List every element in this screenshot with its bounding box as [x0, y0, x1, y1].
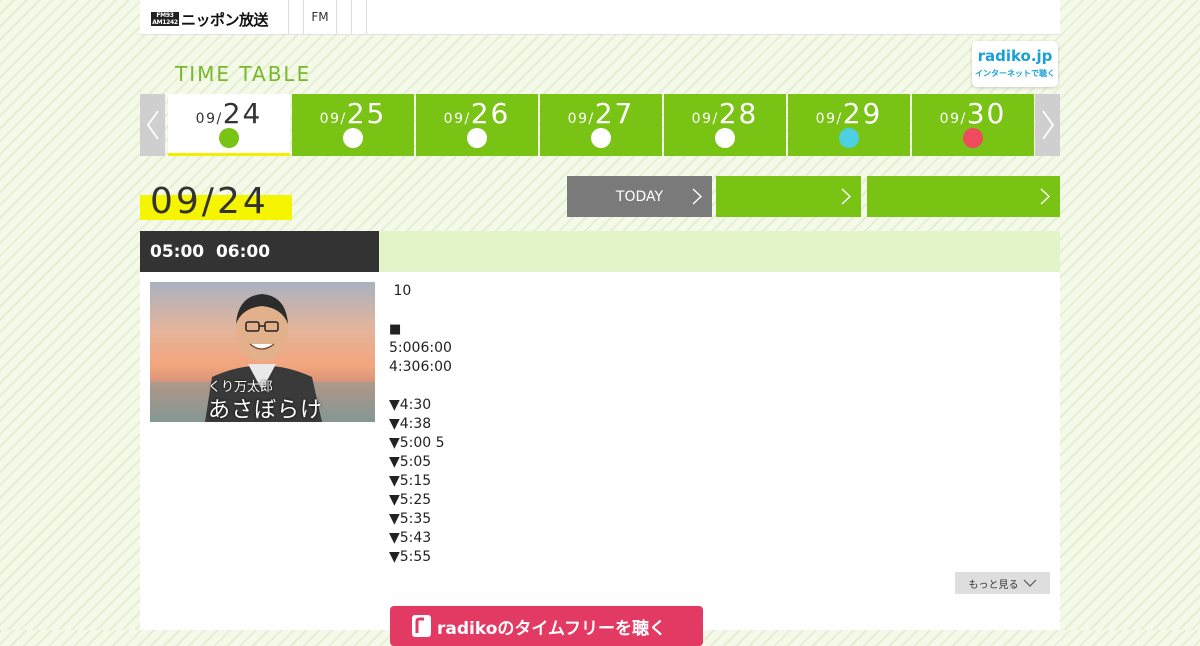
- frequency-badge: FM93 AM1242: [151, 12, 179, 26]
- date-tab-0924[interactable]: 09/24: [168, 94, 290, 156]
- tab-day: 26: [470, 97, 511, 130]
- today-button[interactable]: TODAY: [567, 176, 712, 217]
- tab-month: 09/: [939, 111, 967, 127]
- prev-week-arrow[interactable]: [140, 94, 165, 156]
- tab-date: 09/28: [664, 97, 786, 130]
- status-dot: [219, 128, 239, 148]
- radiko-timefree-label: radikoのタイムフリーを聴く: [437, 618, 667, 639]
- chevron-right-icon: [1040, 188, 1051, 205]
- badge-fm: FM93: [156, 12, 174, 19]
- program-title-bar: [379, 231, 1060, 272]
- tab-month: 09/: [691, 111, 719, 127]
- description-line: ▼4:30: [389, 397, 432, 413]
- radiko-icon: [412, 615, 431, 637]
- description-line: 4:306:00: [389, 359, 452, 375]
- date-tab-0925[interactable]: 09/25: [292, 94, 414, 156]
- chevron-down-icon: [1023, 579, 1036, 587]
- tab-date: 09/25: [292, 97, 414, 130]
- tab-date: 09/27: [540, 97, 662, 130]
- tab-date: 09/30: [912, 97, 1034, 130]
- date-tab-0930[interactable]: 09/30: [912, 94, 1034, 156]
- status-dot: [963, 128, 983, 148]
- tab-day: 30: [966, 97, 1007, 130]
- description-line: [389, 301, 1039, 320]
- date-tab-0929[interactable]: 09/29: [788, 94, 910, 156]
- radiko-logo: radiko.jp: [977, 47, 1053, 65]
- program-content: くり万太郎 あさぼらけ 10 ■ 5:006:00 4:306:00 ▼4:30…: [140, 272, 1060, 646]
- chevron-right-icon: [841, 188, 852, 205]
- program-thumbnail[interactable]: くり万太郎 あさぼらけ: [150, 282, 375, 422]
- date-heading: 09/24: [150, 181, 269, 222]
- tab-month: 09/: [567, 111, 595, 127]
- date-tab-0928[interactable]: 09/28: [664, 94, 786, 156]
- chevron-right-icon: [692, 188, 703, 205]
- description-line: ▼5:00 5: [389, 435, 445, 451]
- chevron-right-icon: [1041, 110, 1054, 140]
- program-description: 10 ■ 5:006:00 4:306:00 ▼4:30 ▼4:38 ▼5:00…: [389, 282, 1039, 567]
- header-nav-item[interactable]: [288, 0, 303, 34]
- timetable-title: TIME TABLE: [175, 62, 312, 86]
- header-nav-item[interactable]: [336, 0, 351, 34]
- station-logo[interactable]: FM93 AM1242 ニッポン放送: [151, 9, 281, 29]
- prev-day-button[interactable]: [716, 176, 861, 217]
- radiko-link[interactable]: radiko.jp インターネットで聴く: [972, 41, 1058, 87]
- next-day-button[interactable]: [867, 176, 1060, 217]
- tab-date: 09/24: [168, 97, 290, 130]
- tab-day: 29: [842, 97, 883, 130]
- date-tabs: 09/24 09/25 09/26 09/27 09/28 09/29 09/3…: [168, 94, 1036, 156]
- chevron-left-icon: [146, 110, 159, 140]
- status-dot: [343, 128, 363, 148]
- tab-month: 09/: [815, 111, 843, 127]
- badge-am: AM1242: [152, 19, 178, 26]
- radiko-timefree-button[interactable]: radikoのタイムフリーを聴く: [390, 606, 703, 646]
- date-tab-0926[interactable]: 09/26: [416, 94, 538, 156]
- description-line: ■: [389, 322, 402, 337]
- program-time: 05:00 06:00: [140, 231, 379, 272]
- description-line: ▼5:43: [389, 530, 432, 546]
- header-nav-item-fm[interactable]: FM: [303, 0, 336, 34]
- site-header: FM93 AM1242 ニッポン放送 FM: [140, 0, 1060, 35]
- page-wrapper: FM93 AM1242 ニッポン放送 FM TIME TABLE radiko.…: [140, 0, 1060, 646]
- description-line: 10: [389, 283, 412, 299]
- tab-day: 27: [594, 97, 635, 130]
- description-line: ▼5:35: [389, 511, 432, 527]
- status-dot: [467, 128, 487, 148]
- header-nav: FM: [288, 0, 367, 34]
- status-dot: [715, 128, 735, 148]
- tab-day: 25: [346, 97, 387, 130]
- tab-date: 09/26: [416, 97, 538, 130]
- radiko-subtitle: インターネットで聴く: [975, 69, 1055, 78]
- more-button[interactable]: もっと見る: [955, 572, 1050, 594]
- description-line: ▼5:25: [389, 492, 432, 508]
- tab-day: 24: [222, 97, 263, 130]
- status-dot: [591, 128, 611, 148]
- next-week-arrow[interactable]: [1035, 94, 1060, 156]
- station-name: ニッポン放送: [181, 10, 269, 29]
- tab-month: 09/: [319, 111, 347, 127]
- date-tab-0927[interactable]: 09/27: [540, 94, 662, 156]
- description-line: 5:006:00: [389, 340, 452, 356]
- description-line: ▼5:55: [389, 549, 432, 565]
- today-button-label: TODAY: [615, 188, 664, 205]
- tab-month: 09/: [443, 111, 471, 127]
- description-line: ▼4:38: [389, 416, 432, 432]
- thumbnail-program-title: あさぼらけ: [208, 398, 324, 422]
- status-dot: [839, 128, 859, 148]
- description-line: ▼5:05: [389, 454, 432, 470]
- tab-day: 28: [718, 97, 759, 130]
- more-button-label: もっと見る: [968, 579, 1019, 591]
- description-line: [389, 377, 1039, 396]
- tab-month: 09/: [195, 111, 223, 127]
- tab-date: 09/29: [788, 97, 910, 130]
- description-line: ▼5:15: [389, 473, 432, 489]
- header-nav-item[interactable]: [351, 0, 367, 34]
